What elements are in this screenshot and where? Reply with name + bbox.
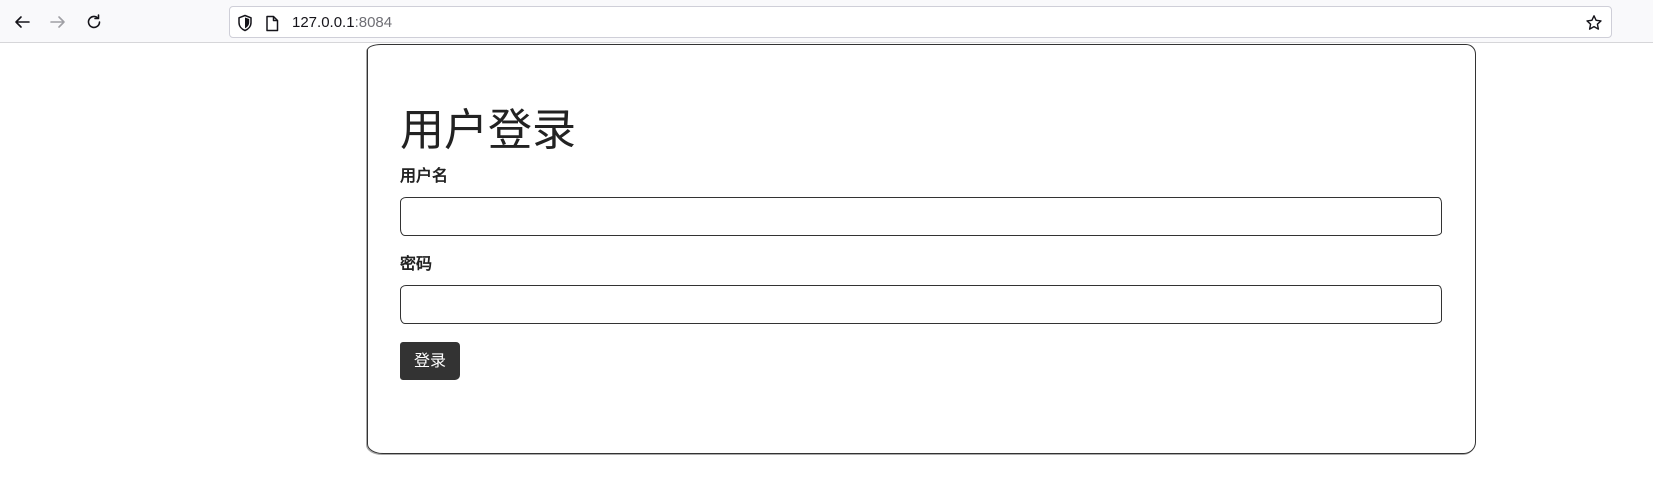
star-icon[interactable]	[1585, 14, 1603, 32]
arrow-left-icon	[13, 13, 31, 31]
back-button[interactable]	[8, 8, 36, 36]
address-bar[interactable]: 127.0.0.1:8084	[229, 6, 1612, 38]
url-text[interactable]: 127.0.0.1:8084	[292, 14, 392, 32]
password-label: 密码	[400, 254, 433, 273]
page-icon	[263, 14, 281, 32]
url-host: 127.0.0.1	[292, 14, 355, 31]
arrow-right-icon	[49, 13, 67, 31]
url-port: :8084	[354, 14, 393, 31]
password-input[interactable]	[400, 285, 1442, 324]
reload-button[interactable]	[80, 8, 108, 36]
username-input[interactable]	[400, 197, 1442, 236]
shield-icon[interactable]	[236, 14, 254, 32]
forward-button[interactable]	[44, 8, 72, 36]
reload-icon	[85, 13, 103, 31]
browser-toolbar: 127.0.0.1:8084	[0, 0, 1653, 43]
login-button[interactable]: 登录	[400, 342, 460, 380]
page-title: 用户登录	[400, 105, 576, 156]
username-label: 用户名	[400, 166, 449, 185]
